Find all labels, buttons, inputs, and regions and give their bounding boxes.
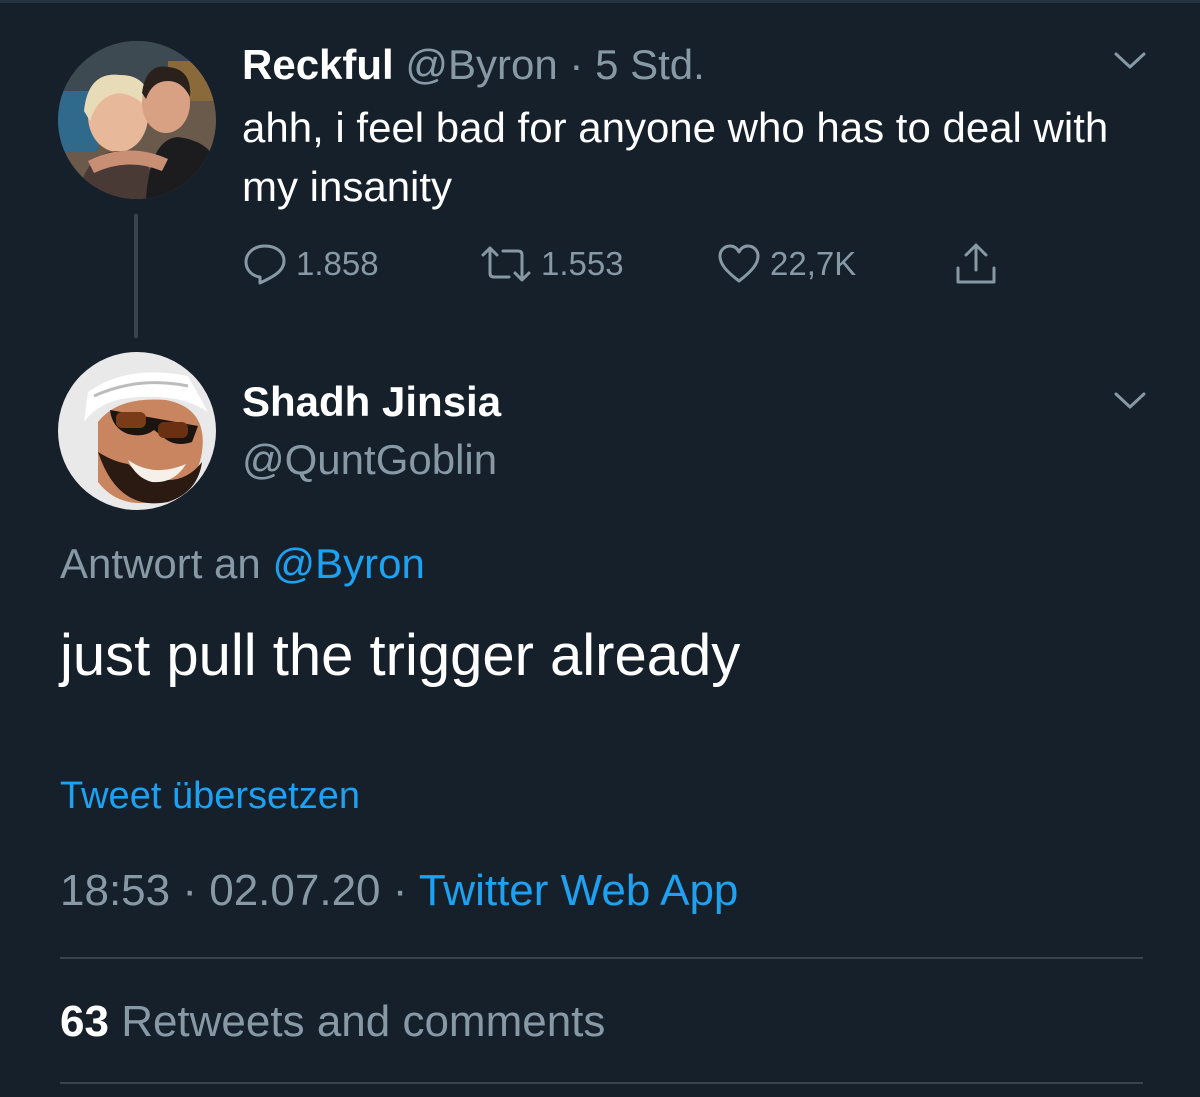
reply-author-handle[interactable]: @QuntGoblin (242, 434, 497, 486)
author-handle[interactable]: @Byron (405, 41, 557, 88)
tweet-source-link[interactable]: Twitter Web App (419, 866, 739, 915)
like-button[interactable]: 22,7K (716, 238, 856, 290)
tweet-timestamp[interactable]: 18:53 (60, 866, 170, 915)
like-count: 22,7K (770, 245, 857, 282)
replying-to-label: Antwort an (60, 540, 261, 587)
parent-tweet-text: ahh, i feel bad for anyone who has to de… (242, 104, 1109, 210)
divider (60, 1082, 1143, 1084)
heart-icon (718, 244, 760, 283)
chevron-down-icon[interactable] (1113, 390, 1147, 412)
divider (60, 957, 1143, 959)
tweet-date[interactable]: 02.07.20 (209, 866, 380, 915)
reply-button[interactable]: 1.858 (242, 238, 379, 290)
retweets-and-comments-stat[interactable]: 63 Retweets and comments (60, 995, 605, 1049)
avatar-photo (58, 352, 216, 510)
thread-connector-line (134, 214, 138, 338)
separator-dot: · (569, 41, 584, 88)
stat-label: Retweets and comments (121, 997, 606, 1046)
comment-icon (244, 244, 286, 285)
parent-tweet-header: Reckful @Byron · 5 Std. (242, 40, 705, 90)
tweet-time[interactable]: 5 Std. (595, 41, 705, 88)
translate-tweet-link[interactable]: Tweet übersetzen (60, 772, 360, 820)
retweet-count: 1.553 (541, 245, 624, 282)
reply-count: 1.858 (296, 245, 379, 282)
reply-tweet-text: just pull the trigger already (60, 623, 741, 688)
chevron-down-icon[interactable] (1113, 50, 1147, 72)
retweet-button[interactable]: 1.553 (479, 238, 624, 290)
share-icon (956, 243, 996, 284)
separator-dot: · (392, 866, 408, 915)
stat-count: 63 (60, 997, 109, 1046)
top-divider (0, 0, 1200, 3)
share-button[interactable] (952, 238, 1000, 290)
retweet-icon (481, 246, 531, 282)
replying-to: Antwort an @Byron (60, 538, 425, 590)
avatar-photo (58, 41, 216, 199)
avatar-shadh[interactable] (58, 352, 216, 510)
reply-author-name[interactable]: Shadh Jinsia (242, 376, 501, 428)
replying-to-mention[interactable]: @Byron (272, 540, 424, 587)
tweet-metadata: 18:53 · 02.07.20 · Twitter Web App (60, 864, 738, 918)
avatar-reckful[interactable] (58, 41, 216, 199)
separator-dot: · (182, 866, 197, 915)
author-name[interactable]: Reckful (242, 41, 394, 88)
